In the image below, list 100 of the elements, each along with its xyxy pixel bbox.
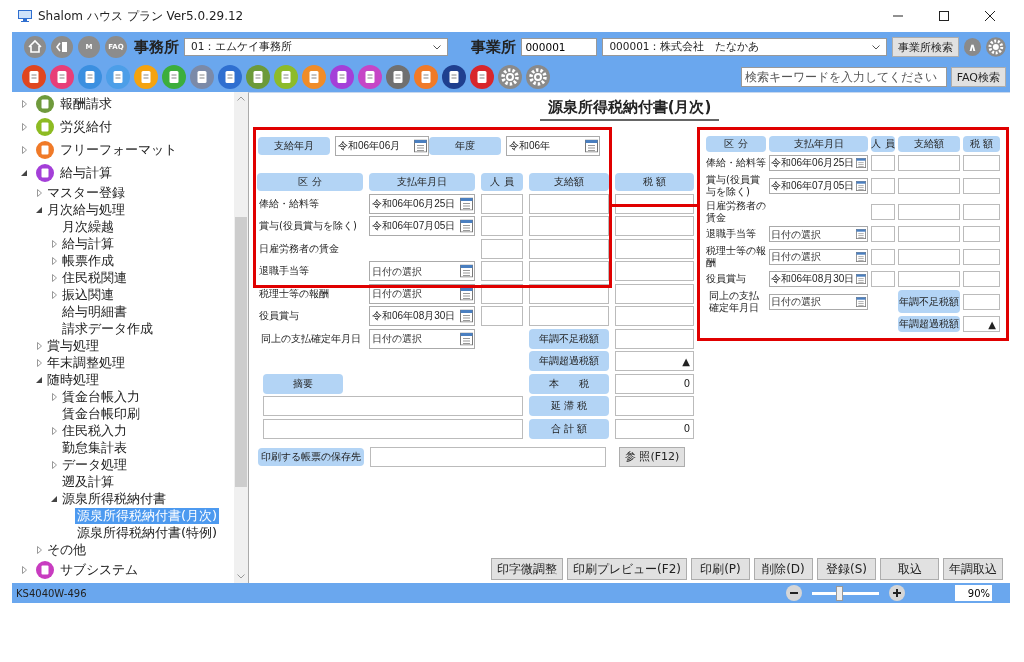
search-field[interactable]: 検索キーワードを入力してください xyxy=(740,67,947,87)
tax-field[interactable] xyxy=(963,203,1000,220)
amount-field[interactable] xyxy=(898,155,960,171)
amount-field[interactable] xyxy=(529,216,609,236)
calendar-icon[interactable] xyxy=(414,139,427,153)
tree-item[interactable]: 源泉所得税納付書 xyxy=(60,490,168,507)
amount-field[interactable] xyxy=(529,306,609,326)
tax-field[interactable] xyxy=(615,328,694,349)
date-field[interactable]: 令和06年08月30日 xyxy=(369,306,475,326)
tree-item[interactable]: 月次繰越 xyxy=(60,218,116,235)
tree-item[interactable]: 給与計算 xyxy=(60,235,116,252)
tree-item[interactable]: フリーフォーマット xyxy=(58,141,179,158)
tree-item[interactable]: 労災給付 xyxy=(58,118,114,135)
tax-field[interactable] xyxy=(615,283,694,304)
tree-item[interactable]: 振込関連 xyxy=(60,286,116,303)
amount-field[interactable] xyxy=(898,248,960,265)
tree-item[interactable]: 年末調整処理 xyxy=(45,354,127,371)
app-icon[interactable] xyxy=(386,65,410,89)
date-field[interactable]: 令和06年07月05日 xyxy=(769,177,868,194)
date-field[interactable]: 令和06年06月25日 xyxy=(369,193,475,214)
tax-field[interactable] xyxy=(615,193,694,214)
date-field[interactable]: 令和06年08月30日 xyxy=(769,271,868,287)
expanded-arrow-icon[interactable] xyxy=(51,495,57,502)
amount-field[interactable] xyxy=(898,177,960,194)
tax-field[interactable]: ▲ xyxy=(615,351,694,371)
calendar-icon[interactable] xyxy=(856,229,866,239)
calendar-icon[interactable] xyxy=(460,219,473,233)
date-field[interactable]: 令和06年 xyxy=(506,136,600,156)
amount-field[interactable] xyxy=(898,226,960,242)
date-field[interactable]: 日付の選択 xyxy=(769,293,868,310)
site-code-field[interactable]: 000001 xyxy=(521,38,598,56)
scrollbar-thumb[interactable] xyxy=(235,217,247,487)
tree-item[interactable]: データ処理 xyxy=(60,456,129,473)
tree-item[interactable]: 帳票作成 xyxy=(60,252,116,269)
amount-field[interactable] xyxy=(529,193,609,214)
collapsed-arrow-icon[interactable] xyxy=(21,122,27,131)
tax-field[interactable] xyxy=(963,293,1000,310)
date-field[interactable]: 日付の選択 xyxy=(769,226,868,242)
calendar-icon[interactable] xyxy=(856,274,866,284)
amount-field[interactable] xyxy=(898,203,960,220)
tax-field[interactable] xyxy=(963,226,1000,242)
persons-field[interactable] xyxy=(481,261,523,281)
persons-field[interactable] xyxy=(871,226,895,242)
action-button[interactable]: 印刷プレビュー(F2) xyxy=(567,558,687,580)
tax-field[interactable] xyxy=(615,261,694,281)
action-button[interactable]: 印字微調整 xyxy=(491,558,564,580)
amount-field[interactable] xyxy=(898,271,960,287)
tax-field[interactable] xyxy=(963,177,1000,194)
persons-field[interactable] xyxy=(871,248,895,265)
expanded-arrow-icon[interactable] xyxy=(36,376,42,383)
collapsed-arrow-icon[interactable] xyxy=(51,256,57,265)
tree-item[interactable]: 賞与処理 xyxy=(45,337,101,354)
tax-field[interactable]: ▲ xyxy=(963,316,1000,332)
collapsed-arrow-icon[interactable] xyxy=(36,358,42,367)
memo-field[interactable] xyxy=(263,418,523,439)
gear-icon[interactable] xyxy=(526,65,550,89)
calendar-icon[interactable] xyxy=(585,139,598,153)
action-button[interactable]: 削除(D) xyxy=(754,558,813,580)
zoom-in-button[interactable] xyxy=(889,585,905,601)
faq-search-button[interactable]: FAQ検索 xyxy=(950,67,1006,87)
collapsed-arrow-icon[interactable] xyxy=(21,145,27,154)
home-button[interactable] xyxy=(24,36,46,58)
tax-field[interactable] xyxy=(615,216,694,236)
collapsed-arrow-icon[interactable] xyxy=(51,239,57,248)
zoom-out-button[interactable] xyxy=(786,585,802,601)
date-field[interactable]: 日付の選択 xyxy=(369,328,475,349)
office-select[interactable]: 01：エムケイ事務所 xyxy=(184,38,449,56)
tax-field[interactable] xyxy=(963,248,1000,265)
action-button[interactable]: 印刷(P) xyxy=(691,558,750,580)
collapsed-arrow-icon[interactable] xyxy=(36,341,42,350)
calendar-icon[interactable] xyxy=(460,264,473,278)
app-icon[interactable] xyxy=(218,65,242,89)
tree-item[interactable]: 住民税関連 xyxy=(60,269,129,286)
collapsed-arrow-icon[interactable] xyxy=(36,188,42,197)
tax-field[interactable]: 0 xyxy=(615,373,694,394)
tree-item[interactable]: 住民税入力 xyxy=(60,422,129,439)
scroll-down-icon[interactable] xyxy=(237,574,245,579)
persons-field[interactable] xyxy=(871,155,895,171)
persons-field[interactable] xyxy=(871,203,895,220)
collapsed-arrow-icon[interactable] xyxy=(21,99,27,108)
tree-item[interactable]: サブシステム xyxy=(58,561,140,578)
app-icon[interactable] xyxy=(470,65,494,89)
tree-item[interactable]: 給与計算 xyxy=(58,164,114,181)
persons-field[interactable] xyxy=(871,177,895,194)
slider-thumb[interactable] xyxy=(835,585,843,601)
date-field[interactable]: 日付の選択 xyxy=(369,261,475,281)
action-button[interactable]: 取込 xyxy=(880,558,939,580)
tree-item[interactable]: 賃金台帳入力 xyxy=(60,388,142,405)
close-icon[interactable] xyxy=(984,10,996,22)
collapsed-arrow-icon[interactable] xyxy=(36,545,42,554)
persons-field[interactable] xyxy=(871,271,895,287)
settings-icon[interactable] xyxy=(986,37,1006,57)
tree-item[interactable]: 源泉所得税納付書(特例) xyxy=(75,524,220,541)
collapsed-arrow-icon[interactable] xyxy=(51,392,57,401)
scrollbar[interactable] xyxy=(234,92,248,583)
tree-item[interactable]: 請求データ作成 xyxy=(60,320,155,337)
tree-item[interactable]: 遡及計算 xyxy=(60,473,116,490)
save-path-field[interactable] xyxy=(370,446,606,467)
tree-item[interactable]: 勤怠集計表 xyxy=(60,439,129,456)
memo-field[interactable] xyxy=(263,396,523,416)
